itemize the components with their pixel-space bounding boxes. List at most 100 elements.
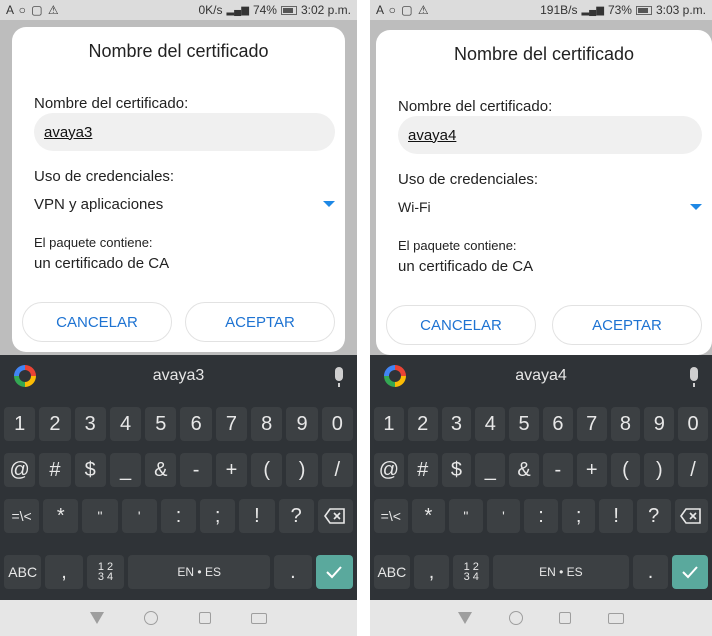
home-icon[interactable] [144,611,159,625]
key[interactable]: : [160,499,197,533]
key[interactable]: 6 [180,407,212,441]
key[interactable]: ' [486,499,521,533]
key[interactable]: 8 [610,407,641,441]
fraction-key[interactable]: 1 23 4 [453,555,490,589]
key[interactable]: @ [374,453,404,487]
key[interactable]: 8 [251,407,283,441]
comma-key[interactable]: , [45,555,83,589]
key[interactable]: $ [74,453,106,487]
key[interactable]: 5 [509,407,539,441]
cancel-button[interactable]: CANCELAR [22,302,172,342]
key[interactable]: * [43,499,79,533]
key[interactable]: _ [109,453,142,487]
key[interactable]: 1 [374,407,404,441]
backspace-key[interactable] [317,499,353,533]
key[interactable]: ? [278,499,314,533]
key[interactable]: 7 [215,407,248,441]
space-key[interactable]: EN • ES [128,555,271,589]
period-key[interactable]: . [274,555,312,589]
key[interactable]: - [542,453,573,487]
key[interactable]: 4 [109,407,142,441]
notification-icons: A ○ ▢ ⚠ [376,3,430,17]
recents-icon[interactable] [198,612,211,624]
suggestion-word[interactable]: avaya4 [370,367,712,385]
key[interactable]: * [411,499,446,533]
key[interactable]: / [321,453,353,487]
key[interactable]: ( [251,453,283,487]
key[interactable]: $ [441,453,472,487]
key[interactable]: 5 [145,407,177,441]
keyboard-icon[interactable] [607,612,624,624]
abc-key[interactable]: ABC [374,555,410,589]
key[interactable]: 0 [321,407,353,441]
key[interactable]: 1 [4,407,36,441]
key[interactable]: 4 [475,407,506,441]
key[interactable]: _ [475,453,506,487]
fraction-key[interactable]: 1 23 4 [86,555,125,589]
back-icon[interactable] [458,612,473,624]
navigation-bar [370,600,712,636]
key[interactable]: 9 [286,407,318,441]
key[interactable]: ; [561,499,596,533]
key[interactable]: ? [636,499,671,533]
key[interactable]: # [39,453,71,487]
back-icon[interactable] [90,612,105,624]
key[interactable]: + [215,453,248,487]
mic-icon[interactable] [690,367,698,387]
keyboard-row-bottom: ABC , 1 23 4 EN • ES . [0,555,357,589]
key[interactable]: & [509,453,539,487]
key[interactable]: 2 [39,407,71,441]
cancel-button[interactable]: CANCELAR [386,305,536,345]
key[interactable]: 9 [644,407,675,441]
keyboard-row-numbers: 1 2 3 4 5 6 7 8 9 0 [0,407,357,441]
backspace-key[interactable] [674,499,709,533]
accept-button[interactable]: ACEPTAR [185,302,335,342]
key[interactable]: 3 [74,407,106,441]
enter-key[interactable] [672,555,709,589]
key[interactable]: # [407,453,438,487]
certificate-name-input[interactable]: avaya4 [398,116,702,154]
key[interactable]: - [180,453,212,487]
comma-key[interactable]: , [413,555,450,589]
mic-icon[interactable] [335,367,343,387]
phone-screen-right: A ○ ▢ ⚠ 191B/s ▂▄▆ 73% 3:03 p.m. Nombre … [370,0,712,636]
key[interactable]: ( [610,453,641,487]
key[interactable]: ) [644,453,675,487]
key[interactable]: ) [286,453,318,487]
key[interactable]: 7 [576,407,607,441]
key[interactable]: 6 [542,407,573,441]
key[interactable]: ! [599,499,633,533]
key[interactable]: & [145,453,177,487]
key[interactable]: =\< [4,499,40,533]
keyboard-icon[interactable] [250,612,267,624]
recents-icon[interactable] [559,612,572,624]
suggestion-bar: avaya4 [370,355,712,397]
usage-label: Uso de credenciales: [398,171,539,188]
key[interactable]: 2 [407,407,438,441]
key[interactable]: ! [239,499,275,533]
period-key[interactable]: . [632,555,669,589]
key[interactable]: " [449,499,483,533]
home-icon[interactable] [508,611,523,625]
fraction-bottom: 3 4 [463,571,479,583]
suggestion-word[interactable]: avaya3 [0,367,357,385]
key[interactable]: ' [121,499,157,533]
key[interactable]: : [524,499,558,533]
abc-key[interactable]: ABC [4,555,42,589]
enter-key[interactable] [315,555,354,589]
network-speed: 191B/s [540,3,578,17]
space-key[interactable]: EN • ES [493,555,629,589]
key[interactable]: @ [4,453,36,487]
accept-button[interactable]: ACEPTAR [552,305,702,345]
key[interactable]: 3 [441,407,472,441]
certificate-name-value: avaya4 [408,126,457,144]
certificate-name-input[interactable]: avaya3 [34,113,335,151]
key[interactable]: =\< [374,499,408,533]
usage-dropdown[interactable]: VPN y aplicaciones [34,190,335,218]
key[interactable]: + [576,453,607,487]
key[interactable]: " [82,499,118,533]
usage-dropdown[interactable]: Wi-Fi [398,193,702,221]
key[interactable]: ; [200,499,236,533]
key[interactable]: / [678,453,708,487]
key[interactable]: 0 [678,407,708,441]
